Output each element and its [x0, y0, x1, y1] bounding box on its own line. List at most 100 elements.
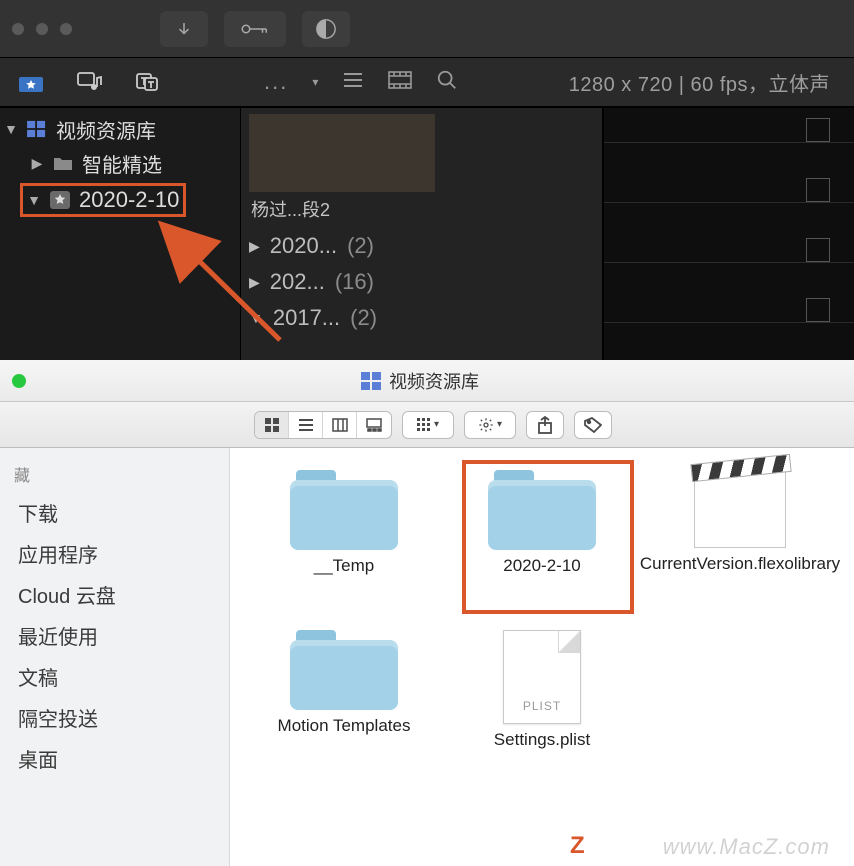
- grid-small-icon: [417, 418, 431, 432]
- document-icon: PLIST: [503, 630, 581, 724]
- file-item-motion-templates[interactable]: Motion Templates: [254, 630, 434, 750]
- clapper-star-icon: [18, 71, 44, 93]
- disclosure-triangle-icon[interactable]: ▼: [4, 121, 18, 137]
- folder-icon: [52, 155, 74, 171]
- clip-thumbnail[interactable]: [249, 114, 435, 192]
- sidebar-item-documents[interactable]: 文稿: [0, 656, 229, 697]
- enhance-button[interactable]: [302, 11, 350, 47]
- list-view-icon[interactable]: [342, 71, 364, 94]
- window-title: 视频资源库: [26, 368, 814, 394]
- timeline-slot[interactable]: [806, 178, 830, 202]
- tabbar-left: [0, 71, 240, 93]
- window-title-text: 视频资源库: [389, 368, 479, 394]
- tree-label: 视频资源库: [56, 115, 156, 144]
- fcp-window: ... ▾ 1280 x 720 | 60 fps，立体声 ▼ 视频资源库: [0, 0, 854, 360]
- share-icon: [537, 416, 553, 434]
- browser-row[interactable]: ▼ 2017... (2): [249, 300, 594, 336]
- icon-view-button[interactable]: [255, 412, 289, 438]
- file-label: CurrentVersion.flexolibrary: [640, 554, 840, 594]
- titles-icon: [134, 71, 160, 93]
- tree-root[interactable]: ▼ 视频资源库: [0, 112, 240, 146]
- key-icon: [240, 21, 270, 37]
- file-item-currentversion[interactable]: CurrentVersion.flexolibrary: [650, 470, 830, 594]
- tree-smart[interactable]: ▶ 智能精选: [0, 146, 240, 180]
- timeline-slot[interactable]: [806, 298, 830, 322]
- finder-titlebar: 视频资源库: [0, 360, 854, 402]
- folder-icon: [290, 470, 398, 550]
- tree-label: 智能精选: [82, 149, 162, 178]
- fcp-timeline-pane: [604, 108, 854, 360]
- fcp-sidebar: ▼ 视频资源库 ▶ 智能精选 ▼ 2020-2-10: [0, 108, 240, 360]
- watermark-z-icon: Z: [570, 832, 585, 860]
- tree-event-highlighted[interactable]: ▼ 2020-2-10: [0, 180, 240, 220]
- sidebar-item-downloads[interactable]: 下载: [0, 492, 229, 533]
- folder-icon: [290, 630, 398, 710]
- list-view-button[interactable]: [289, 412, 323, 438]
- chevron-down-icon[interactable]: ▾: [312, 75, 318, 89]
- file-label: Settings.plist: [494, 730, 590, 750]
- tabbar-right: ... ▾ 1280 x 720 | 60 fps，立体声: [240, 68, 854, 97]
- sidebar-item-recents[interactable]: 最近使用: [0, 615, 229, 656]
- traffic-light-max[interactable]: [60, 23, 72, 35]
- plist-badge: PLIST: [523, 699, 561, 713]
- row-name: 2017...: [273, 305, 340, 331]
- arrange-segment[interactable]: ▾: [402, 411, 454, 439]
- chevron-down-icon: ▾: [434, 419, 439, 430]
- file-label: __Temp: [314, 556, 374, 576]
- finder-window: 视频资源库 ▾ ▾: [0, 360, 854, 866]
- tag-icon: [584, 417, 602, 433]
- disclosure-triangle-icon[interactable]: ▶: [30, 155, 44, 172]
- finder-sidebar: 藏 下载 应用程序 Cloud 云盘 最近使用 文稿 隔空投送 桌面: [0, 448, 230, 866]
- view-mode-segment[interactable]: [254, 411, 392, 439]
- grid-icon: [264, 417, 280, 433]
- keyword-button[interactable]: [224, 11, 286, 47]
- finder-toolbar: ▾ ▾: [0, 402, 854, 448]
- list-icon: [298, 418, 314, 432]
- search-icon[interactable]: [436, 69, 458, 96]
- share-button[interactable]: [526, 411, 564, 439]
- titles-tab[interactable]: [134, 71, 160, 93]
- action-menu-button[interactable]: ▾: [464, 411, 516, 439]
- disclosure-triangle-icon[interactable]: ▼: [249, 310, 263, 326]
- fcp-browser: 杨过...段2 ▶ 2020... (2) ▶ 202... (16) ▼ 20…: [240, 108, 604, 360]
- sidebar-category: 藏: [0, 458, 229, 492]
- file-item-temp[interactable]: __Temp: [254, 470, 434, 594]
- row-name: 202...: [270, 269, 325, 295]
- music-photo-icon: [76, 71, 102, 93]
- traffic-light-max[interactable]: [12, 374, 26, 388]
- gear-icon: [478, 417, 494, 433]
- fcp-tabbar: ... ▾ 1280 x 720 | 60 fps，立体声: [0, 58, 854, 108]
- filmstrip-icon[interactable]: [388, 71, 412, 94]
- browser-row[interactable]: ▶ 2020... (2): [249, 228, 594, 264]
- watermark: www.MacZ.com: [663, 834, 830, 860]
- finder-body: 藏 下载 应用程序 Cloud 云盘 最近使用 文稿 隔空投送 桌面 __Tem…: [0, 448, 854, 866]
- tags-button[interactable]: [574, 411, 612, 439]
- file-label: Motion Templates: [278, 716, 411, 736]
- more-icon[interactable]: ...: [264, 69, 288, 95]
- import-button[interactable]: [160, 11, 208, 47]
- disclosure-triangle-icon[interactable]: ▼: [27, 192, 41, 208]
- library-icon: [26, 120, 48, 138]
- highlight-box: [462, 460, 634, 614]
- music-tab[interactable]: [76, 71, 102, 93]
- highlight-box: ▼ 2020-2-10: [20, 183, 186, 217]
- sidebar-item-applications[interactable]: 应用程序: [0, 533, 229, 574]
- timeline-slot[interactable]: [806, 238, 830, 262]
- timeline-slot[interactable]: [806, 118, 830, 142]
- traffic-light-close[interactable]: [12, 23, 24, 35]
- sidebar-item-desktop[interactable]: 桌面: [0, 738, 229, 779]
- gallery-view-button[interactable]: [357, 412, 391, 438]
- browser-row[interactable]: ▶ 202... (16): [249, 264, 594, 300]
- library-tab[interactable]: [18, 71, 44, 93]
- sidebar-item-icloud[interactable]: Cloud 云盘: [0, 574, 229, 615]
- fcp-body: ▼ 视频资源库 ▶ 智能精选 ▼ 2020-2-10: [0, 108, 854, 360]
- file-item-settings-plist[interactable]: PLIST Settings.plist: [452, 630, 632, 750]
- disclosure-triangle-icon[interactable]: ▶: [249, 238, 260, 255]
- arrange-button[interactable]: ▾: [403, 412, 453, 438]
- column-view-button[interactable]: [323, 412, 357, 438]
- disclosure-triangle-icon[interactable]: ▶: [249, 274, 260, 291]
- row-count: (2): [350, 305, 377, 331]
- traffic-light-min[interactable]: [36, 23, 48, 35]
- row-name: 2020...: [270, 233, 337, 259]
- sidebar-item-airdrop[interactable]: 隔空投送: [0, 697, 229, 738]
